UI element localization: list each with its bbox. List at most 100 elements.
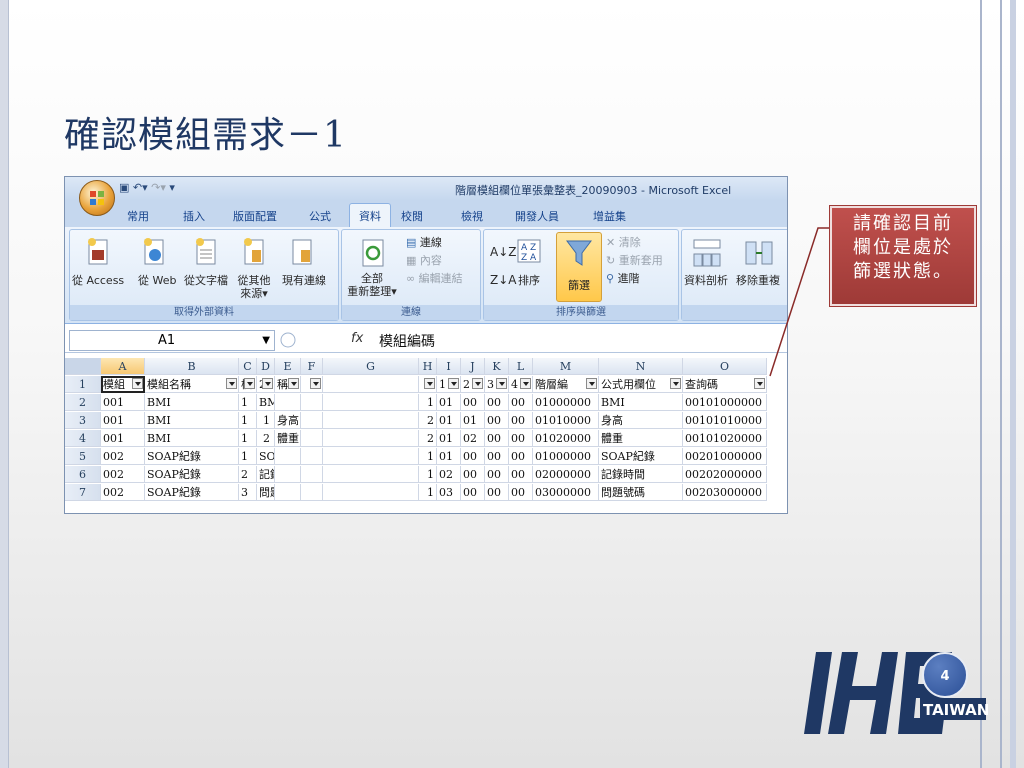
undo-icon[interactable]: ↶▾ [133,181,148,194]
sort-asc-icon[interactable]: A↓Z [490,246,516,259]
table-cell[interactable]: 00 [509,394,533,411]
quick-access-toolbar[interactable]: ▣ ↶▾ ↷▾ ▾ [119,181,175,194]
table-cell[interactable]: 體重 [599,430,683,447]
table-cell[interactable]: 01 [437,412,461,429]
row-header[interactable]: 3 [65,412,101,429]
table-cell[interactable]: 1 [239,448,257,465]
table-cell[interactable]: 1 [239,394,257,411]
tab-insert[interactable]: 插入 [183,208,205,224]
table-cell[interactable]: 02000000 [533,466,599,483]
header-cell[interactable]: 模組 [101,376,145,393]
filter-dropdown-icon[interactable] [226,378,237,389]
filter-dropdown-icon[interactable] [132,378,143,389]
table-cell[interactable]: 00101020000 [683,430,767,447]
filter-button[interactable]: 篩選 [556,232,602,302]
table-cell[interactable]: 2 [257,430,275,447]
sort-button[interactable]: 排序 [518,274,540,287]
table-cell[interactable] [301,484,323,501]
row-header[interactable]: 4 [65,430,101,447]
table-cell[interactable] [275,394,301,411]
filter-dropdown-icon[interactable] [670,378,681,389]
table-cell[interactable]: 01020000 [533,430,599,447]
column-header-i[interactable]: I [437,358,461,375]
table-cell[interactable]: 1 [419,394,437,411]
select-all-corner[interactable] [65,358,101,375]
table-cell[interactable]: 002 [101,484,145,501]
table-cell[interactable]: 00 [509,430,533,447]
table-cell[interactable]: SOAP紀錄 [257,448,275,465]
table-cell[interactable]: 問題號碼 [599,484,683,501]
table-cell[interactable]: 1 [239,412,257,429]
row-header[interactable]: 6 [65,466,101,483]
tab-data[interactable]: 資料 [349,203,391,230]
insert-function-icon[interactable]: fx [351,331,363,346]
row-header[interactable]: 2 [65,394,101,411]
header-cell[interactable] [323,376,419,393]
filter-dropdown-icon[interactable] [754,378,765,389]
row-header[interactable]: 1 [65,376,101,393]
advanced-button[interactable]: ⚲ 進階 [606,272,640,285]
filter-dropdown-icon[interactable] [310,378,321,389]
table-cell[interactable]: 00 [461,466,485,483]
table-cell[interactable] [301,394,323,411]
table-cell[interactable] [323,448,419,465]
table-cell[interactable]: 00 [509,412,533,429]
save-icon[interactable]: ▣ [119,181,129,194]
table-cell[interactable]: 02 [437,466,461,483]
chevron-down-icon[interactable]: ▼ [262,331,270,350]
customize-icon[interactable]: ▾ [169,181,175,194]
table-cell[interactable]: 00 [485,448,509,465]
filter-dropdown-icon[interactable] [586,378,597,389]
header-cell[interactable]: 1 [437,376,461,393]
table-cell[interactable]: 00 [509,484,533,501]
tab-addins[interactable]: 增益集 [593,208,626,224]
table-cell[interactable]: 00101010000 [683,412,767,429]
column-header-c[interactable]: C [239,358,257,375]
header-cell[interactable]: 模組名稱 [145,376,239,393]
text-to-columns-button[interactable]: 資料剖析 [684,274,728,287]
table-cell[interactable] [323,430,419,447]
clear-button[interactable]: ✕ 清除 [606,236,641,249]
table-cell[interactable]: 01 [437,448,461,465]
table-cell[interactable]: 00201000000 [683,448,767,465]
table-cell[interactable]: 01010000 [533,412,599,429]
existing-connections-button[interactable]: 現有連線 [282,274,326,287]
table-cell[interactable] [275,466,301,483]
table-cell[interactable]: 記錄時間 [599,466,683,483]
table-cell[interactable] [323,412,419,429]
table-cell[interactable]: BMI [257,394,275,411]
filter-dropdown-icon[interactable] [472,378,483,389]
column-header-m[interactable]: M [533,358,599,375]
tab-home[interactable]: 常用 [127,208,149,224]
tab-formulas[interactable]: 公式 [309,208,331,224]
table-cell[interactable]: BMI [599,394,683,411]
table-cell[interactable]: SOAP紀錄 [145,448,239,465]
tab-page-layout[interactable]: 版面配置 [233,208,277,224]
table-cell[interactable]: 身高 [599,412,683,429]
table-cell[interactable]: 3 [239,484,257,501]
table-cell[interactable]: 00 [461,484,485,501]
redo-icon[interactable]: ↷▾ [151,181,166,194]
header-cell[interactable] [419,376,437,393]
column-header-n[interactable]: N [599,358,683,375]
from-web-button[interactable]: 從 Web [138,274,176,287]
table-cell[interactable] [323,484,419,501]
table-cell[interactable]: 00 [485,466,509,483]
filter-dropdown-icon[interactable] [262,378,273,389]
filter-dropdown-icon[interactable] [496,378,507,389]
tab-developer[interactable]: 開發人員 [515,208,559,224]
filter-dropdown-icon[interactable] [244,378,255,389]
table-cell[interactable]: 體重 [275,430,301,447]
table-cell[interactable] [323,394,419,411]
table-cell[interactable]: BMI [145,430,239,447]
table-cell[interactable]: BMI [145,412,239,429]
table-cell[interactable] [275,448,301,465]
column-header-k[interactable]: K [485,358,509,375]
from-access-button[interactable]: 從 Access [72,274,124,287]
column-header-f[interactable]: F [301,358,323,375]
properties-button[interactable]: ▦ 內容 [406,254,442,267]
from-other-sources-button[interactable]: 從其他 來源▾ [236,274,272,300]
refresh-all-button[interactable]: 全部 重新整理▾ [344,272,400,298]
formula-value[interactable]: 模組編碼 [379,331,435,351]
table-cell[interactable]: 1 [419,466,437,483]
